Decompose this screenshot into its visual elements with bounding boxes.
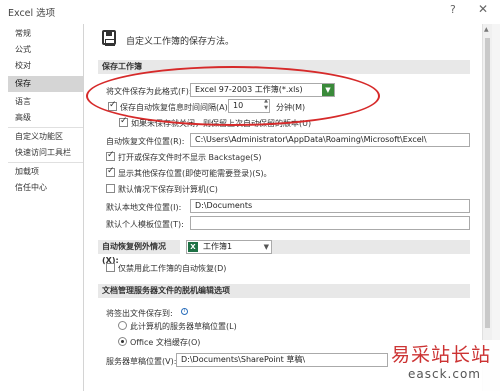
nav-item-proofing[interactable]: 校对 [8,58,83,74]
autorecover-location-label: 自动恢复文件位置(R): [106,137,185,146]
autorecover-location-value: C:\Users\Administrator\AppData\Roaming\M… [195,135,427,144]
drafts-location-input[interactable]: D:\Documents\SharePoint 草稿\ [176,353,388,367]
nav-item-customize-ribbon[interactable]: 自定义功能区 [8,129,83,145]
nav-item-advanced[interactable]: 高级 [8,110,83,126]
backstage-label: 打开或保存文件时不显示 Backstage(S) [118,153,262,162]
default-location-input[interactable]: D:\Documents [190,199,470,213]
watermark: 易采站长站 easck.com [388,340,500,391]
nav-item-trust-center[interactable]: 信任中心 [8,180,83,196]
highlight-ellipse [86,66,380,126]
chevron-down-icon[interactable]: ▼ [264,241,269,253]
help-icon[interactable]: ? [450,3,456,16]
section-header-fill [272,240,470,254]
disable-autorecover-checkbox[interactable] [106,263,115,272]
close-icon[interactable]: ✕ [478,2,488,16]
radio-office-cache-label: Office 文档缓存(O) [130,338,201,347]
section-header-autorecover-exceptions: 自动恢复例外情况(X): [98,240,180,265]
radio-server-drafts-label: 此计算机的服务器草稿位置(L) [130,322,237,331]
nav-item-addins[interactable]: 加载项 [8,164,83,180]
personal-templates-label: 默认个人模板位置(T): [106,220,184,229]
window-edge [492,24,500,391]
info-icon: i [181,308,188,315]
workbook-dropdown[interactable]: 工作簿1 ▼ [186,240,272,254]
default-location-label: 默认本地文件位置(I): [106,203,182,212]
nav-item-language[interactable]: 语言 [8,94,83,110]
keep-last-version-checkbox[interactable] [119,116,128,127]
scroll-thumb[interactable] [485,38,490,328]
section-header-offline-editing: 文档管理服务器文件的脱机编辑选项 [98,284,470,298]
nav-divider [8,127,83,128]
save-icon [102,30,116,46]
drafts-location-label: 服务器草稿位置(V): [106,357,177,366]
default-location-value: D:\Documents [195,201,253,210]
nav-item-formulas[interactable]: 公式 [8,42,83,58]
show-locations-checkbox[interactable] [106,166,115,177]
nav-item-quick-access[interactable]: 快速访问工具栏 [8,145,83,161]
watermark-main: 易采站长站 [391,344,492,366]
title-bar: Excel 选项 ? ✕ [0,0,500,22]
show-locations-label: 显示其他保存位置(即使可能需要登录)(S)。 [118,169,272,178]
radio-office-cache[interactable] [118,337,127,346]
window-title: Excel 选项 [8,8,56,19]
excel-workbook-icon: X [188,242,198,252]
personal-templates-input[interactable] [190,216,470,230]
vertical-scrollbar[interactable]: ▲ [482,24,492,391]
save-to-computer-checkbox[interactable] [106,184,115,193]
page-title: 自定义工作簿的保存方法。 [126,37,235,47]
autorecover-location-input[interactable]: C:\Users\Administrator\AppData\Roaming\M… [190,133,470,147]
backstage-checkbox[interactable] [106,150,115,161]
radio-server-drafts[interactable] [118,321,127,330]
nav-item-save[interactable]: 保存 [8,76,83,92]
scroll-up-icon[interactable]: ▲ [484,26,489,33]
workbook-value: 工作簿1 [203,242,233,251]
options-nav: 常规 公式 校对 保存 语言 高级 自定义功能区 快速访问工具栏 加载项 信任中… [8,24,84,391]
disable-autorecover-label: 仅禁用此工作簿的自动恢复(D) [118,264,227,273]
drafts-location-value: D:\Documents\SharePoint 草稿\ [181,355,306,364]
nav-divider [8,162,83,163]
watermark-sub: easck.com [408,367,481,381]
nav-item-general[interactable]: 常规 [8,26,83,42]
save-to-computer-label: 默认情况下保存到计算机(C) [118,185,218,194]
save-checked-out-label: 将签出文件保存到: [106,309,173,318]
